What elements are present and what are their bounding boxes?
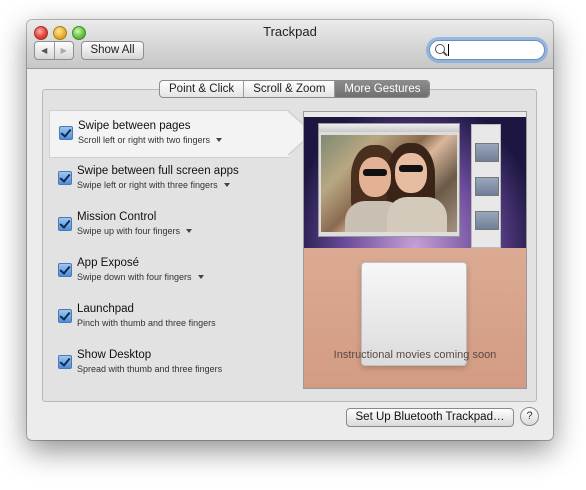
tab-scroll-zoom[interactable]: Scroll & Zoom <box>243 81 334 97</box>
dropdown-triangle-icon <box>197 275 204 279</box>
preview-screen <box>304 112 526 248</box>
show-all-button[interactable]: Show All <box>81 41 144 60</box>
tab-more-gestures[interactable]: More Gestures <box>334 81 430 97</box>
gesture-title: Launchpad <box>77 303 134 315</box>
gesture-launchpad[interactable]: Launchpad Pinch with thumb and three fin… <box>49 294 289 340</box>
titlebar: Trackpad ◀ ▶ Show All <box>27 20 553 69</box>
window-title: Trackpad <box>263 24 317 39</box>
preview-sidebar <box>471 124 501 248</box>
swipe-pages-checkbox[interactable] <box>59 126 73 140</box>
swipe-apps-checkbox[interactable] <box>58 171 72 185</box>
app-expose-checkbox[interactable] <box>58 263 72 277</box>
back-arrow-icon[interactable]: ◀ <box>35 42 54 59</box>
dropdown-triangle-icon <box>216 138 223 142</box>
gesture-app-expose[interactable]: App Exposé Swipe down with four fingers <box>49 248 289 294</box>
preview-browser-window <box>318 123 460 237</box>
dropdown-triangle-icon <box>223 183 230 187</box>
search-icon <box>435 44 445 54</box>
preview-thumbnail <box>475 177 499 196</box>
gesture-swipe-full-screen-apps[interactable]: Swipe between full screen apps Swipe lef… <box>49 156 289 202</box>
gesture-option-popup[interactable]: Scroll left or right with two fingers <box>78 135 223 145</box>
preview-thumbnail <box>475 211 499 230</box>
gesture-description: Spread with thumb and three fingers <box>77 364 223 374</box>
gesture-preview: Instructional movies coming soon <box>303 111 527 389</box>
tab-bar: Point & Click Scroll & Zoom More Gesture… <box>159 80 431 98</box>
search-field[interactable] <box>429 40 545 60</box>
launchpad-checkbox[interactable] <box>58 309 72 323</box>
set-up-bluetooth-trackpad-button[interactable]: Set Up Bluetooth Trackpad… <box>346 408 514 427</box>
search-input[interactable] <box>447 42 537 56</box>
gesture-title: Mission Control <box>77 211 157 223</box>
mission-control-checkbox[interactable] <box>58 217 72 231</box>
preview-caption: Instructional movies coming soon <box>333 349 497 361</box>
gesture-description: Pinch with thumb and three fingers <box>77 318 216 328</box>
gesture-swipe-between-pages[interactable]: Swipe between pages Scroll left or right… <box>49 110 314 158</box>
help-button[interactable]: ? <box>520 407 539 426</box>
gesture-option-popup[interactable]: Swipe up with four fingers <box>77 226 193 236</box>
preferences-window: Trackpad ◀ ▶ Show All Point & Click Scro… <box>27 20 553 440</box>
preview-photo <box>321 135 457 232</box>
gesture-option-popup[interactable]: Swipe down with four fingers <box>77 272 204 282</box>
gesture-mission-control[interactable]: Mission Control Swipe up with four finge… <box>49 202 289 248</box>
preview-thumbnail <box>475 143 499 162</box>
show-desktop-checkbox[interactable] <box>58 355 72 369</box>
forward-arrow-icon[interactable]: ▶ <box>53 42 74 59</box>
gesture-title: Show Desktop <box>77 349 152 361</box>
dropdown-triangle-icon <box>186 229 193 233</box>
gesture-title: App Exposé <box>77 257 140 269</box>
gesture-show-desktop[interactable]: Show Desktop Spread with thumb and three… <box>49 340 289 386</box>
text-cursor <box>448 44 449 56</box>
gesture-option-popup[interactable]: Swipe left or right with three fingers <box>77 180 230 190</box>
gesture-title: Swipe between pages <box>78 120 191 132</box>
tab-point-click[interactable]: Point & Click <box>160 81 243 97</box>
gesture-title: Swipe between full screen apps <box>77 165 239 177</box>
back-forward-control: ◀ ▶ <box>34 41 74 60</box>
